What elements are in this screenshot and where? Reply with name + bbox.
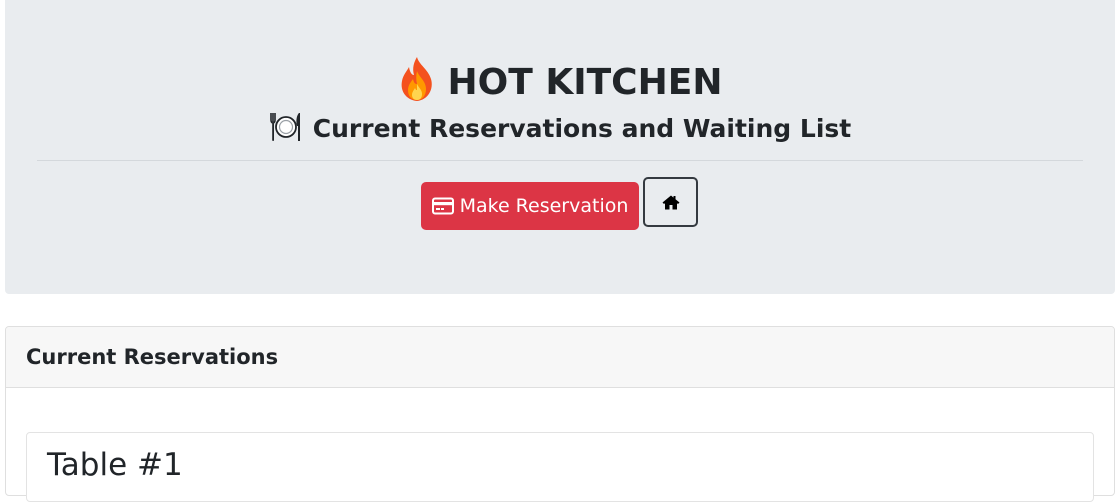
jumbotron-header: HOT KITCHEN Current Reservations and Wai… [5,0,1115,294]
table-card: Table #1 [26,432,1094,502]
page-subtitle: Current Reservations and Waiting List [5,110,1115,148]
card-header-title: Current Reservations [26,345,279,369]
make-reservation-label: Make Reservation [459,195,629,217]
fire-icon [401,57,432,101]
home-icon [662,195,680,210]
current-reservations-card: Current Reservations Table #1 [5,326,1115,502]
home-button[interactable] [643,177,698,227]
brand-title-text: HOT KITCHEN [447,62,723,103]
credit-card-icon [431,197,454,215]
card-header: Current Reservations [6,327,1114,388]
table-title: Table #1 [47,447,183,483]
make-reservation-button[interactable]: Make Reservation [421,182,639,230]
plate-cutlery-icon [269,113,300,141]
divider [37,160,1083,161]
page-title: HOT KITCHEN [5,56,1115,107]
subtitle-text: Current Reservations and Waiting List [312,114,852,143]
